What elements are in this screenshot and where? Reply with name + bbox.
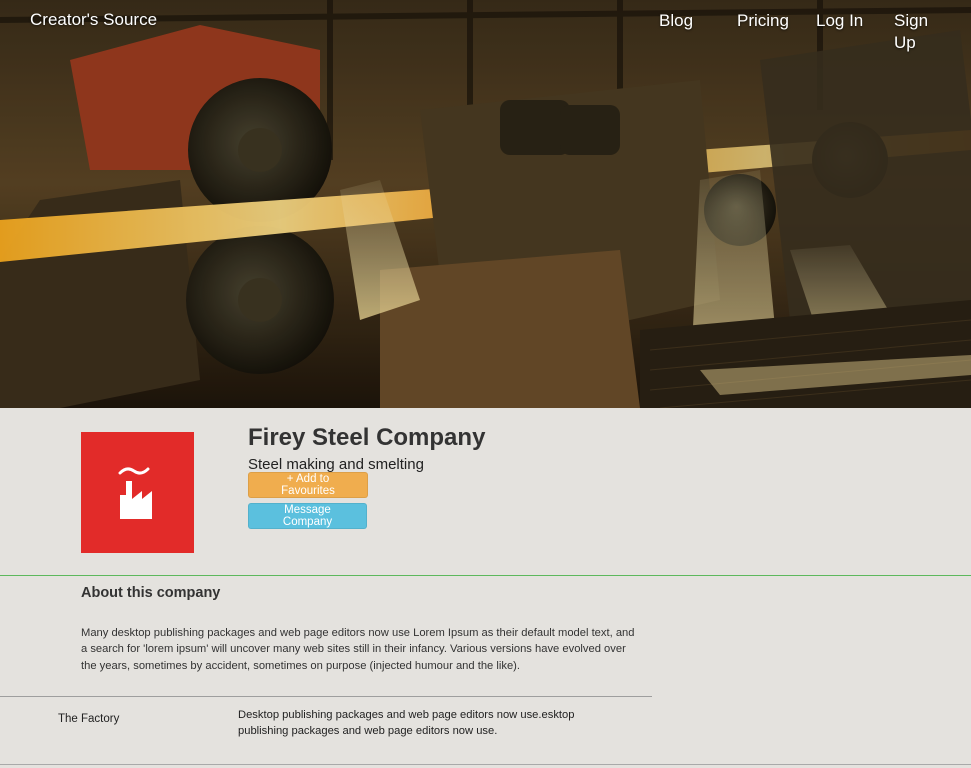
nav-login-link[interactable]: Log In	[816, 10, 863, 32]
add-to-favourites-button[interactable]: + Add to Favourites	[248, 472, 368, 498]
brand-link[interactable]: Creator's Source	[30, 10, 157, 30]
company-logo	[81, 432, 194, 553]
top-navbar: Creator's Source Blog Pricing Log In Sig…	[0, 0, 971, 60]
nav-blog-link[interactable]: Blog	[659, 10, 693, 32]
company-name: Firey Steel Company	[248, 424, 486, 451]
about-heading: About this company	[81, 585, 221, 601]
bottom-divider	[0, 764, 971, 765]
hero-image	[0, 0, 971, 408]
message-company-button[interactable]: Message Company	[248, 503, 367, 529]
detail-text: Desktop publishing packages and web page…	[238, 709, 575, 737]
factory-icon	[118, 466, 152, 519]
company-tagline: Steel making and smelting	[248, 456, 424, 473]
hero-banner: Creator's Source Blog Pricing Log In Sig…	[0, 0, 971, 408]
nav-signup-link[interactable]: Sign Up	[894, 10, 934, 54]
section-divider	[0, 575, 971, 576]
details-divider	[0, 696, 652, 697]
nav-pricing-link[interactable]: Pricing	[737, 10, 789, 32]
about-body: Many desktop publishing packages and web…	[81, 627, 635, 672]
detail-label: The Factory	[58, 713, 120, 725]
